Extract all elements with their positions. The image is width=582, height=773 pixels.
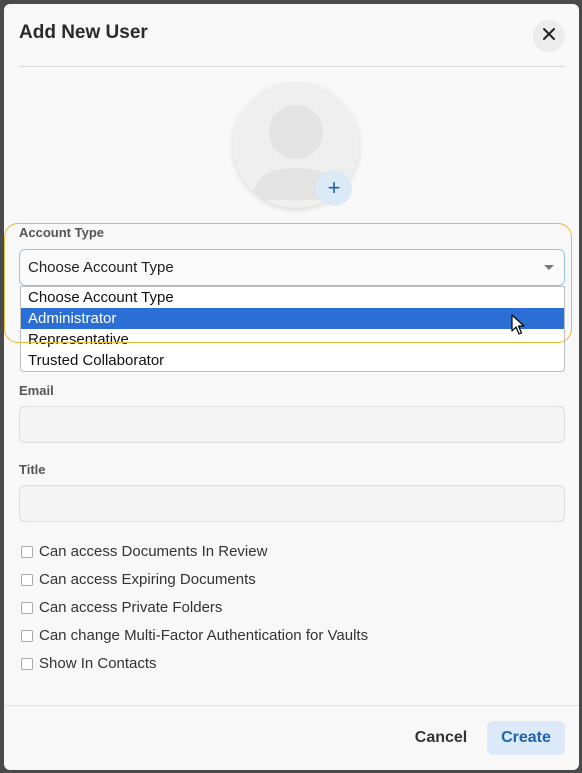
checkbox-label: Can access Expiring Documents [39, 571, 256, 588]
cancel-button[interactable]: Cancel [408, 721, 474, 755]
account-type-label: Account Type [19, 225, 104, 240]
email-field[interactable] [19, 406, 565, 443]
checkbox-box[interactable] [21, 657, 33, 670]
checkbox-box[interactable] [21, 629, 33, 642]
title-field[interactable] [19, 485, 565, 522]
checkbox-documents-in-review[interactable]: Can access Documents In Review [21, 543, 267, 560]
option-trusted-collaborator[interactable]: Trusted Collaborator [21, 350, 564, 371]
checkbox-private-folders[interactable]: Can access Private Folders [21, 599, 222, 616]
add-photo-button[interactable]: + [316, 170, 352, 206]
checkbox-expiring-documents[interactable]: Can access Expiring Documents [21, 571, 256, 588]
checkbox-label: Can change Multi-Factor Authentication f… [39, 627, 369, 644]
close-icon [542, 27, 556, 46]
option-administrator[interactable]: Administrator [21, 308, 564, 329]
checkbox-show-in-contacts[interactable]: Show In Contacts [21, 655, 157, 672]
account-type-dropdown: Choose Account Type Administrator Repres… [20, 286, 565, 372]
checkbox-box[interactable] [21, 545, 33, 558]
checkbox-box[interactable] [21, 573, 33, 586]
account-type-selected-value: Choose Account Type [28, 259, 174, 276]
header-divider [19, 66, 565, 67]
checkbox-label: Can access Private Folders [39, 599, 223, 616]
email-label: Email [19, 383, 54, 398]
checkbox-label: Can access Documents In Review [39, 543, 268, 560]
option-choose-account-type[interactable]: Choose Account Type [21, 287, 564, 308]
modal-title: Add New User [19, 22, 148, 43]
footer-divider [4, 705, 579, 706]
account-type-select[interactable]: Choose Account Type [19, 249, 565, 286]
create-button[interactable]: Create [487, 721, 565, 755]
add-user-modal: Add New User + Account Type Choose Accou… [4, 4, 579, 770]
plus-icon: + [327, 175, 341, 200]
checkbox-mfa-vaults[interactable]: Can change Multi-Factor Authentication f… [21, 627, 368, 644]
title-label: Title [19, 462, 46, 477]
chevron-down-icon [544, 265, 554, 270]
checkbox-label: Show In Contacts [39, 655, 157, 672]
option-representative[interactable]: Representative [21, 329, 564, 350]
close-button[interactable] [533, 20, 565, 52]
checkbox-box[interactable] [21, 601, 33, 614]
